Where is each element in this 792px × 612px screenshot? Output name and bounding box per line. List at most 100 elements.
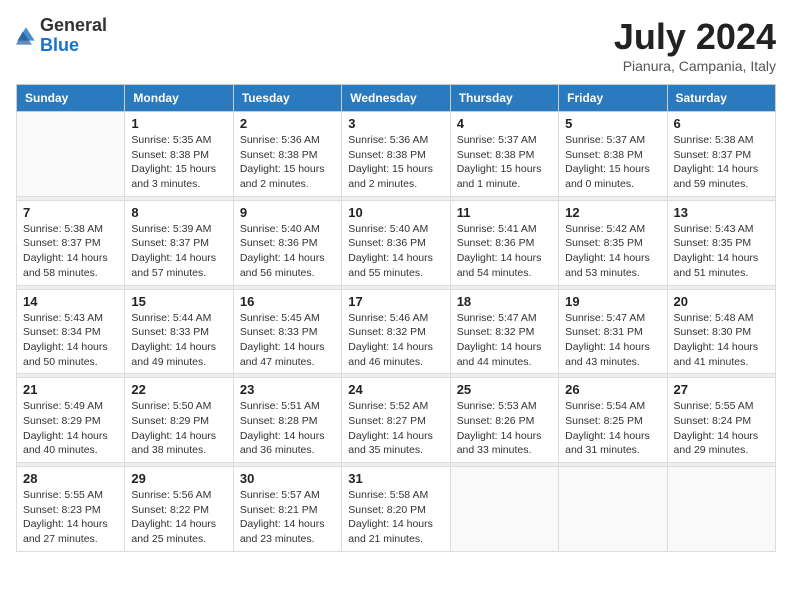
calendar-cell: 5Sunrise: 5:37 AMSunset: 8:38 PMDaylight… [559, 112, 667, 197]
day-number: 10 [348, 205, 443, 220]
col-wednesday: Wednesday [342, 85, 450, 112]
title-block: July 2024 Pianura, Campania, Italy [614, 16, 776, 74]
calendar-cell: 4 Sunrise: 5:37 AMSunset: 8:38 PMDaylight… [450, 112, 558, 197]
day-number: 18 [457, 294, 552, 309]
week-row-4: 21 Sunrise: 5:49 AMSunset: 8:29 PMDayligh… [17, 378, 776, 463]
calendar-cell: 17Sunrise: 5:46 AMSunset: 8:32 PMDayligh… [342, 289, 450, 374]
week-row-1: 1 Sunrise: 5:35 AMSunset: 8:38 PMDaylight… [17, 112, 776, 197]
day-number: 27 [674, 382, 769, 397]
col-thursday: Thursday [450, 85, 558, 112]
day-number: 11 [457, 205, 552, 220]
week-row-2: 7Sunrise: 5:38 AMSunset: 8:37 PMDaylight… [17, 200, 776, 285]
calendar-cell: 30 Sunrise: 5:57 AMSunset: 8:21 PMDayligh… [233, 467, 341, 552]
calendar-cell: 26Sunrise: 5:54 AMSunset: 8:25 PMDayligh… [559, 378, 667, 463]
calendar-cell: 25 Sunrise: 5:53 AMSunset: 8:26 PMDayligh… [450, 378, 558, 463]
col-friday: Friday [559, 85, 667, 112]
day-info: Sunrise: 5:54 AMSunset: 8:25 PMDaylight:… [565, 399, 660, 458]
calendar-table: Sunday Monday Tuesday Wednesday Thursday… [16, 84, 776, 552]
calendar-cell: 1 Sunrise: 5:35 AMSunset: 8:38 PMDaylight… [125, 112, 233, 197]
calendar-cell [559, 467, 667, 552]
day-info: Sunrise: 5:49 AMSunset: 8:29 PMDaylight:… [23, 399, 118, 458]
col-saturday: Saturday [667, 85, 775, 112]
day-number: 2 [240, 116, 335, 131]
month-year: July 2024 [614, 16, 776, 58]
week-row-3: 14 Sunrise: 5:43 AMSunset: 8:34 PMDayligh… [17, 289, 776, 374]
day-info: Sunrise: 5:48 AMSunset: 8:30 PMDaylight:… [674, 311, 769, 370]
day-number: 29 [131, 471, 226, 486]
day-number: 17 [348, 294, 443, 309]
day-info: Sunrise: 5:43 AMSunset: 8:35 PMDaylight:… [674, 222, 769, 281]
calendar-cell: 12Sunrise: 5:42 AMSunset: 8:35 PMDayligh… [559, 200, 667, 285]
day-info: Sunrise: 5:47 AMSunset: 8:32 PMDaylight:… [457, 311, 552, 370]
calendar-cell: 3 Sunrise: 5:36 AMSunset: 8:38 PMDaylight… [342, 112, 450, 197]
calendar-cell: 8Sunrise: 5:39 AMSunset: 8:37 PMDaylight… [125, 200, 233, 285]
col-monday: Monday [125, 85, 233, 112]
day-info: Sunrise: 5:39 AMSunset: 8:37 PMDaylight:… [131, 222, 226, 281]
calendar-cell: 9 Sunrise: 5:40 AMSunset: 8:36 PMDaylight… [233, 200, 341, 285]
calendar-cell: 23 Sunrise: 5:51 AMSunset: 8:28 PMDayligh… [233, 378, 341, 463]
day-number: 7 [23, 205, 118, 220]
day-info: Sunrise: 5:56 AMSunset: 8:22 PMDaylight:… [131, 488, 226, 547]
logo: General Blue [16, 16, 107, 56]
calendar-cell: 29 Sunrise: 5:56 AMSunset: 8:22 PMDayligh… [125, 467, 233, 552]
logo-text: General Blue [40, 16, 107, 56]
day-info: Sunrise: 5:51 AMSunset: 8:28 PMDaylight:… [240, 399, 335, 458]
calendar-cell [450, 467, 558, 552]
calendar-cell: 31 Sunrise: 5:58 AMSunset: 8:20 PMDayligh… [342, 467, 450, 552]
location: Pianura, Campania, Italy [614, 58, 776, 74]
day-number: 16 [240, 294, 335, 309]
day-number: 1 [131, 116, 226, 131]
day-info: Sunrise: 5:35 AMSunset: 8:38 PMDaylight:… [131, 133, 226, 192]
day-info: Sunrise: 5:43 AMSunset: 8:34 PMDaylight:… [23, 311, 118, 370]
logo-blue: Blue [40, 36, 107, 56]
day-info: Sunrise: 5:36 AMSunset: 8:38 PMDaylight:… [348, 133, 443, 192]
calendar-cell [17, 112, 125, 197]
day-number: 3 [348, 116, 443, 131]
day-number: 23 [240, 382, 335, 397]
day-number: 25 [457, 382, 552, 397]
day-info: Sunrise: 5:47 AMSunset: 8:31 PMDaylight:… [565, 311, 660, 370]
calendar-cell: 7Sunrise: 5:38 AMSunset: 8:37 PMDaylight… [17, 200, 125, 285]
calendar-cell: 14 Sunrise: 5:43 AMSunset: 8:34 PMDayligh… [17, 289, 125, 374]
day-number: 21 [23, 382, 118, 397]
day-number: 12 [565, 205, 660, 220]
day-number: 4 [457, 116, 552, 131]
day-number: 14 [23, 294, 118, 309]
calendar-cell: 16 Sunrise: 5:45 AMSunset: 8:33 PMDayligh… [233, 289, 341, 374]
day-info: Sunrise: 5:45 AMSunset: 8:33 PMDaylight:… [240, 311, 335, 370]
day-info: Sunrise: 5:55 AMSunset: 8:23 PMDaylight:… [23, 488, 118, 547]
day-info: Sunrise: 5:36 AMSunset: 8:38 PMDaylight:… [240, 133, 335, 192]
day-number: 19 [565, 294, 660, 309]
calendar-cell: 10 Sunrise: 5:40 AMSunset: 8:36 PMDayligh… [342, 200, 450, 285]
day-number: 20 [674, 294, 769, 309]
day-info: Sunrise: 5:38 AMSunset: 8:37 PMDaylight:… [674, 133, 769, 192]
day-number: 6 [674, 116, 769, 131]
calendar-cell: 13 Sunrise: 5:43 AMSunset: 8:35 PMDayligh… [667, 200, 775, 285]
day-info: Sunrise: 5:57 AMSunset: 8:21 PMDaylight:… [240, 488, 335, 547]
day-info: Sunrise: 5:40 AMSunset: 8:36 PMDaylight:… [240, 222, 335, 281]
calendar-cell: 15Sunrise: 5:44 AMSunset: 8:33 PMDayligh… [125, 289, 233, 374]
calendar-cell: 28 Sunrise: 5:55 AMSunset: 8:23 PMDayligh… [17, 467, 125, 552]
day-number: 31 [348, 471, 443, 486]
day-info: Sunrise: 5:53 AMSunset: 8:26 PMDaylight:… [457, 399, 552, 458]
day-number: 28 [23, 471, 118, 486]
day-number: 13 [674, 205, 769, 220]
day-number: 9 [240, 205, 335, 220]
calendar-cell: 27Sunrise: 5:55 AMSunset: 8:24 PMDayligh… [667, 378, 775, 463]
logo-general: General [40, 16, 107, 36]
calendar-cell: 24Sunrise: 5:52 AMSunset: 8:27 PMDayligh… [342, 378, 450, 463]
calendar-cell: 18 Sunrise: 5:47 AMSunset: 8:32 PMDayligh… [450, 289, 558, 374]
day-info: Sunrise: 5:37 AMSunset: 8:38 PMDaylight:… [565, 133, 660, 192]
calendar-cell: 19 Sunrise: 5:47 AMSunset: 8:31 PMDayligh… [559, 289, 667, 374]
day-number: 22 [131, 382, 226, 397]
calendar-cell [667, 467, 775, 552]
day-info: Sunrise: 5:40 AMSunset: 8:36 PMDaylight:… [348, 222, 443, 281]
calendar-cell: 21 Sunrise: 5:49 AMSunset: 8:29 PMDayligh… [17, 378, 125, 463]
calendar-cell: 2 Sunrise: 5:36 AMSunset: 8:38 PMDaylight… [233, 112, 341, 197]
week-row-5: 28 Sunrise: 5:55 AMSunset: 8:23 PMDayligh… [17, 467, 776, 552]
day-info: Sunrise: 5:58 AMSunset: 8:20 PMDaylight:… [348, 488, 443, 547]
day-info: Sunrise: 5:41 AMSunset: 8:36 PMDaylight:… [457, 222, 552, 281]
day-info: Sunrise: 5:44 AMSunset: 8:33 PMDaylight:… [131, 311, 226, 370]
day-number: 30 [240, 471, 335, 486]
day-info: Sunrise: 5:37 AMSunset: 8:38 PMDaylight:… [457, 133, 552, 192]
